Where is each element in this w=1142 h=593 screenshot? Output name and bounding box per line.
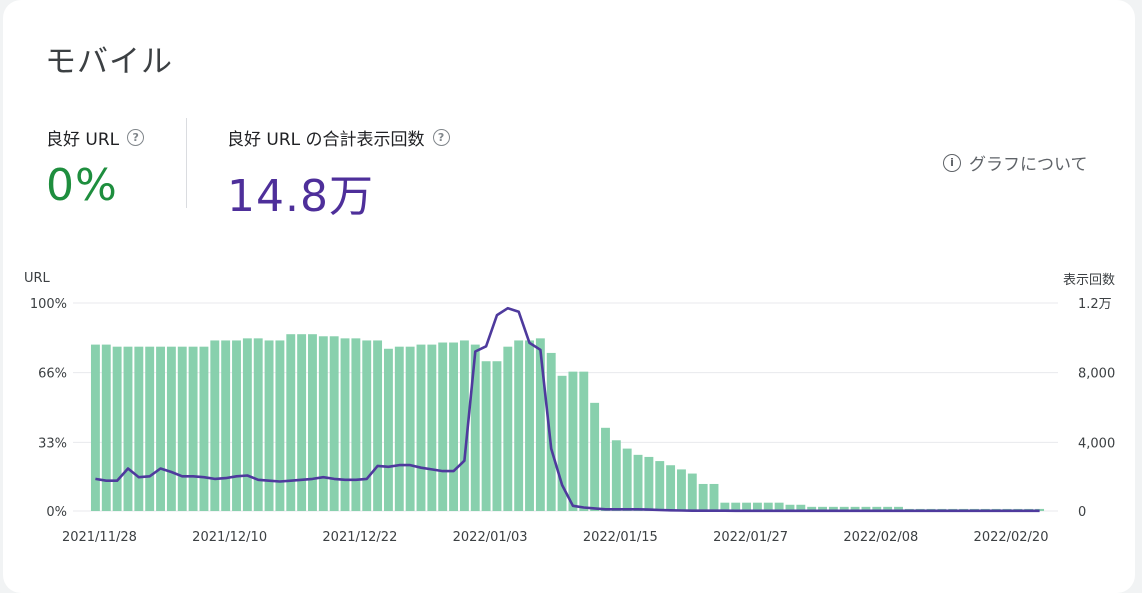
bar <box>188 346 198 511</box>
bar <box>297 334 307 511</box>
bar <box>687 473 697 511</box>
bar <box>503 346 513 511</box>
bar <box>492 361 502 511</box>
bar <box>242 338 252 511</box>
left-axis-label: URL <box>24 271 51 286</box>
right-tick-label: 4,000 <box>1078 436 1115 451</box>
bar <box>166 346 176 511</box>
bar <box>449 342 459 511</box>
bar <box>264 340 274 511</box>
bar <box>666 465 676 511</box>
x-tick-label: 2022/01/15 <box>583 530 658 545</box>
bar <box>134 346 144 511</box>
bar <box>112 346 122 511</box>
bar <box>199 346 209 511</box>
bar <box>394 346 404 511</box>
x-tick-label: 2022/01/03 <box>453 530 528 545</box>
x-tick-label: 2021/11/28 <box>62 530 137 545</box>
bar <box>470 344 480 511</box>
left-tick-label: 0% <box>46 505 67 520</box>
bar <box>156 346 165 511</box>
bar <box>514 340 524 511</box>
x-tick-label: 2022/02/08 <box>843 530 918 545</box>
bar <box>123 346 133 511</box>
bar <box>622 448 632 511</box>
bar <box>232 340 241 511</box>
bar <box>698 483 708 511</box>
bar <box>568 371 578 511</box>
bar <box>329 336 339 511</box>
bar <box>709 483 719 511</box>
bar <box>481 361 491 511</box>
bar <box>416 344 426 511</box>
bar <box>676 469 686 511</box>
bar <box>275 340 285 511</box>
bar <box>177 346 187 511</box>
left-tick-label: 66% <box>38 367 67 382</box>
bar <box>633 454 643 511</box>
bar <box>405 346 415 511</box>
bar <box>90 344 100 511</box>
bar <box>145 346 155 511</box>
bar <box>351 338 361 511</box>
bar <box>525 340 534 511</box>
bar <box>427 344 437 511</box>
bar <box>373 340 383 511</box>
right-tick-label: 8,000 <box>1078 367 1115 382</box>
bar <box>286 334 296 511</box>
x-tick-label: 2021/12/22 <box>322 530 397 545</box>
bar <box>318 336 328 511</box>
right-tick-label: 0 <box>1078 505 1086 520</box>
bar <box>590 402 600 511</box>
bar <box>611 440 621 511</box>
bar <box>253 338 263 511</box>
bar <box>579 371 589 511</box>
bar <box>340 338 350 511</box>
x-tick-label: 2022/02/20 <box>974 530 1049 545</box>
bar <box>362 340 372 511</box>
right-tick-label: 1.2万 <box>1078 297 1112 312</box>
chart: 0% 0 33% 4,000 66% 8,000 100% 1.2万 URL 表示回数 2021/1… <box>24 271 1115 545</box>
bar <box>383 348 393 511</box>
bar <box>221 340 231 511</box>
bar <box>308 334 317 511</box>
x-tick-label: 2021/12/10 <box>192 530 267 545</box>
bar <box>655 461 665 511</box>
bar <box>210 340 220 511</box>
left-tick-label: 33% <box>38 436 67 451</box>
bar <box>101 344 111 511</box>
bar <box>644 456 654 511</box>
right-axis-label: 表示回数 <box>1063 273 1115 288</box>
bar <box>535 338 545 511</box>
x-tick-label: 2022/01/27 <box>713 530 788 545</box>
bar <box>438 342 448 511</box>
left-tick-label: 100% <box>30 297 67 312</box>
bar <box>601 427 610 511</box>
